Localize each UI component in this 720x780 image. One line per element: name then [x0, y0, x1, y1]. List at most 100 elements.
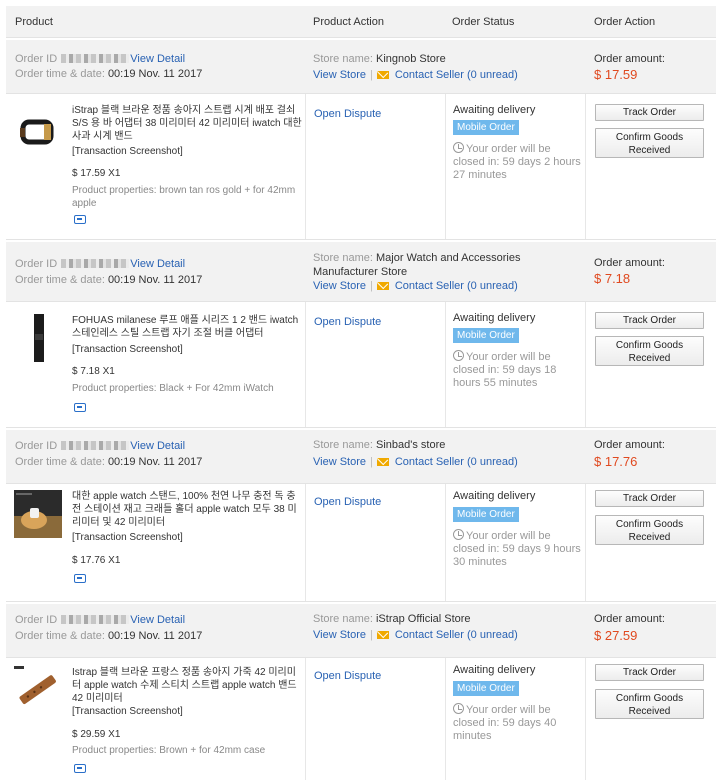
order-status: Awaiting delivery	[453, 312, 536, 324]
mail-icon	[376, 458, 389, 466]
open-dispute-link[interactable]: Open Dispute	[314, 108, 381, 120]
contact-seller-link[interactable]: Contact Seller	[395, 456, 464, 468]
track-order-button[interactable]: Track Order	[595, 104, 704, 121]
store-name-label: Store name:	[313, 53, 373, 65]
clock-icon	[453, 703, 464, 714]
confirm-goods-button[interactable]: Confirm Goods Received	[595, 336, 704, 366]
store-name: iStrap Official Store	[375, 613, 471, 625]
view-store-link[interactable]: View Store	[313, 456, 366, 468]
app-icon	[74, 215, 86, 224]
order-time-label: Order time & date:	[15, 456, 105, 468]
watch-band-thumbnail[interactable]	[14, 108, 62, 156]
confirm-goods-button[interactable]: Confirm Goods Received	[595, 689, 704, 719]
order-id-label: Order ID	[15, 440, 58, 452]
transaction-screenshot-link[interactable]: [Transaction Screenshot]	[72, 531, 183, 544]
unread-count: (0 unread)	[467, 69, 518, 81]
order-header: Order ID View Detail Order time & date: …	[6, 604, 716, 658]
unread-count: (0 unread)	[467, 280, 518, 292]
view-detail-link[interactable]: View Detail	[130, 53, 185, 65]
order-header: Order ID View Detail Order time & date: …	[6, 430, 716, 484]
transaction-screenshot-link[interactable]: [Transaction Screenshot]	[72, 705, 183, 718]
order-header: Order ID View Detail Order time & date: …	[6, 242, 716, 302]
order-status: Awaiting delivery	[453, 490, 536, 502]
order-time-label: Order time & date:	[15, 274, 105, 286]
order-amount: $ 7.18	[594, 271, 631, 286]
countdown: Your order will be closed in: 59 days 18…	[453, 351, 557, 389]
contact-seller-link[interactable]: Contact Seller	[395, 629, 464, 641]
order-id-redacted	[61, 54, 130, 63]
mobile-order-badge: Mobile Order	[453, 681, 519, 696]
transaction-screenshot-link[interactable]: [Transaction Screenshot]	[72, 343, 183, 356]
unread-count: (0 unread)	[467, 629, 518, 641]
mobile-order-badge: Mobile Order	[453, 507, 519, 522]
order-header: Order ID View Detail Order time & date: …	[6, 40, 716, 94]
open-dispute-link[interactable]: Open Dispute	[314, 670, 381, 682]
order-body: iStrap 블랙 브라운 정품 송아지 스트랩 시계 배포 걸쇠 S/S 용 …	[6, 94, 716, 240]
countdown: Your order will be closed in: 59 days 2 …	[453, 143, 581, 181]
order-amount: $ 17.76	[594, 454, 638, 469]
order-amount: $ 17.59	[594, 67, 638, 82]
order-amount-label: Order amount:	[594, 53, 665, 65]
product-name-link[interactable]: 대한 apple watch 스탠드, 100% 천연 나무 충전 독 충전 스…	[72, 490, 304, 529]
clock-icon	[453, 529, 464, 540]
store-name: Kingnob Store	[375, 53, 446, 65]
order-amount-label: Order amount:	[594, 613, 665, 625]
mail-icon	[376, 282, 389, 290]
mobile-order-badge: Mobile Order	[453, 120, 519, 135]
order-id-label: Order ID	[15, 53, 58, 65]
order-amount-label: Order amount:	[594, 257, 665, 269]
order-amount-label: Order amount:	[594, 439, 665, 451]
watch-band-thumbnail[interactable]	[14, 666, 62, 714]
view-detail-link[interactable]: View Detail	[130, 258, 185, 270]
order-id-redacted	[61, 615, 130, 624]
open-dispute-link[interactable]: Open Dispute	[314, 496, 381, 508]
store-name: Sinbad's store	[375, 439, 446, 451]
product-name-link[interactable]: FOHUAS milanese 루프 애플 시리즈 1 2 밴드 iwatch …	[72, 314, 304, 340]
view-store-link[interactable]: View Store	[313, 629, 366, 641]
order-id-redacted	[61, 259, 130, 268]
product-properties: Product properties: Black + For 42mm iWa…	[72, 383, 274, 394]
view-detail-link[interactable]: View Detail	[130, 440, 185, 452]
countdown: Your order will be closed in: 59 days 40…	[453, 704, 557, 742]
mail-icon	[376, 71, 389, 79]
product-price: $ 29.59 X1	[72, 729, 121, 740]
product-name-link[interactable]: Istrap 블랙 브라운 프랑스 정품 송아지 가죽 42 미리미터 appl…	[72, 666, 304, 705]
watch-stand-thumbnail[interactable]	[14, 490, 62, 538]
track-order-button[interactable]: Track Order	[595, 312, 704, 329]
order-id-redacted	[61, 441, 130, 450]
store-name-label: Store name:	[313, 439, 373, 451]
order-time-label: Order time & date:	[15, 68, 105, 80]
product-properties: Product properties: brown tan ros gold +…	[72, 185, 296, 209]
order-time-label: Order time & date:	[15, 630, 105, 642]
mobile-order-badge: Mobile Order	[453, 328, 519, 343]
view-store-link[interactable]: View Store	[313, 69, 366, 81]
col-product-action: Product Action	[313, 16, 384, 28]
order-body: 대한 apple watch 스탠드, 100% 천연 나무 충전 독 충전 스…	[6, 484, 716, 602]
mail-icon	[376, 631, 389, 639]
col-product: Product	[15, 16, 53, 28]
contact-seller-link[interactable]: Contact Seller	[395, 280, 464, 292]
order-status: Awaiting delivery	[453, 664, 536, 676]
col-order-status: Order Status	[452, 16, 515, 28]
contact-seller-link[interactable]: Contact Seller	[395, 69, 464, 81]
view-store-link[interactable]: View Store	[313, 280, 366, 292]
clock-icon	[453, 142, 464, 153]
view-detail-link[interactable]: View Detail	[130, 614, 185, 626]
order-body: Istrap 블랙 브라운 프랑스 정품 송아지 가죽 42 미리미터 appl…	[6, 658, 716, 780]
product-name-link[interactable]: iStrap 블랙 브라운 정품 송아지 스트랩 시계 배포 걸쇠 S/S 용 …	[72, 104, 304, 143]
open-dispute-link[interactable]: Open Dispute	[314, 316, 381, 328]
product-price: $ 17.76 X1	[72, 555, 121, 566]
product-price: $ 7.18 X1	[72, 366, 115, 377]
confirm-goods-button[interactable]: Confirm Goods Received	[595, 128, 704, 158]
order-amount: $ 27.59	[594, 628, 638, 643]
countdown: Your order will be closed in: 59 days 9 …	[453, 530, 581, 568]
order-id-label: Order ID	[15, 258, 58, 270]
track-order-button[interactable]: Track Order	[595, 664, 704, 681]
product-properties: Product properties: Brown + for 42mm cas…	[72, 745, 266, 756]
track-order-button[interactable]: Track Order	[595, 490, 704, 507]
confirm-goods-button[interactable]: Confirm Goods Received	[595, 515, 704, 545]
transaction-screenshot-link[interactable]: [Transaction Screenshot]	[72, 145, 183, 158]
order-body: FOHUAS milanese 루프 애플 시리즈 1 2 밴드 iwatch …	[6, 302, 716, 428]
product-price: $ 17.59 X1	[72, 168, 121, 179]
watch-band-thumbnail[interactable]	[14, 314, 62, 362]
